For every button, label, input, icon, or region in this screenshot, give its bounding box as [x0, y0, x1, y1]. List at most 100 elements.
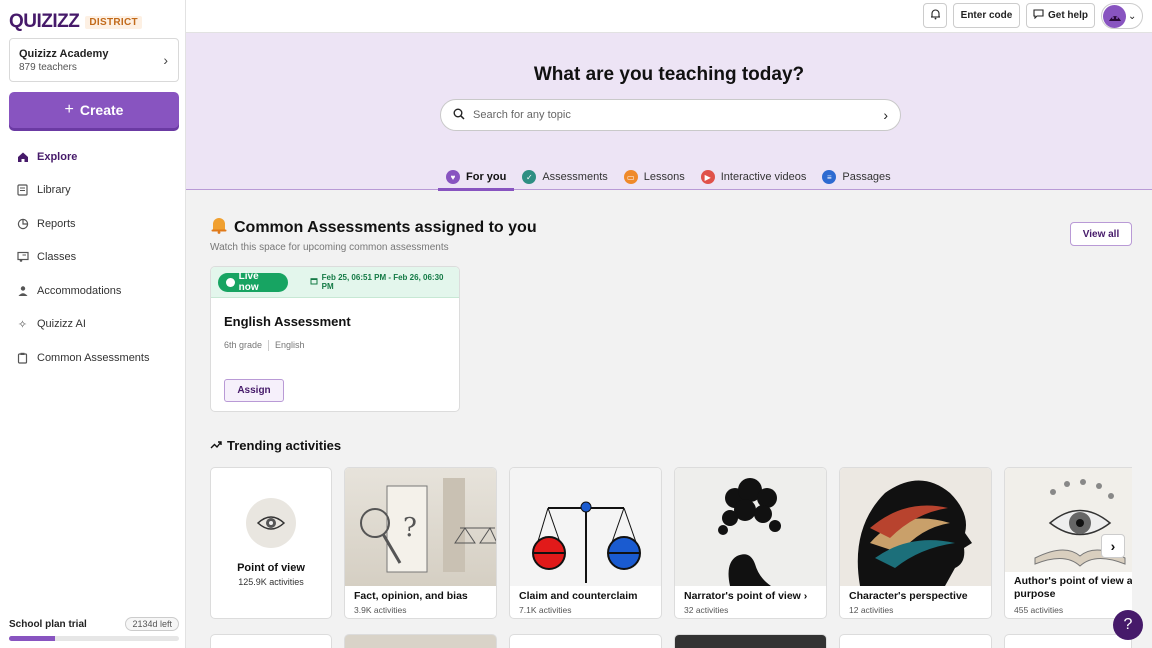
common-assessments-heading: Common Assessments assigned to you	[210, 216, 537, 239]
topic-illustration	[840, 468, 991, 586]
divider	[268, 340, 270, 351]
search-icon	[453, 108, 467, 123]
section-subtitle: Watch this space for upcoming common ass…	[210, 242, 449, 253]
tab-lessons[interactable]: ▭ Lessons	[616, 164, 693, 190]
topic-card[interactable]: Character's perspective 12 activities	[839, 467, 992, 619]
topic-card[interactable]: Claim and counterclaim 7.1K activities	[509, 467, 662, 619]
get-help-label: Get help	[1047, 10, 1088, 21]
view-all-button[interactable]: View all	[1070, 222, 1132, 246]
sidebar-item-quizizz-ai[interactable]: ✧ Quizizz AI	[0, 308, 185, 342]
search-input[interactable]: Search for any topic ›	[440, 99, 901, 131]
org-switcher[interactable]: Quizizz Academy 879 teachers ›	[9, 38, 179, 82]
trial-label: School plan trial	[9, 618, 87, 630]
topic-card-preview[interactable]	[210, 634, 332, 648]
topic-card[interactable]: ? Fact, opinion, and bias 3.9K activitie…	[344, 467, 497, 619]
notifications-button[interactable]	[923, 3, 947, 28]
assessment-icon: ✓	[522, 170, 537, 184]
tab-assessments[interactable]: ✓ Assessments	[514, 164, 615, 190]
assessment-subject: English	[275, 340, 305, 350]
create-button[interactable]: + Create	[9, 92, 179, 128]
topic-card[interactable]: Narrator's point of view › 32 activities	[674, 467, 827, 619]
chevron-right-icon: ›	[803, 590, 808, 602]
reports-icon	[16, 217, 29, 230]
sidebar-nav: Explore Library Reports Classes Accommod…	[0, 140, 185, 375]
topic-count: 3.9K activities	[354, 605, 407, 615]
sidebar-item-reports[interactable]: Reports	[0, 207, 185, 241]
classes-icon	[16, 251, 29, 264]
sidebar: QUIZIZZ DISTRICT Quizizz Academy 879 tea…	[0, 0, 186, 648]
topic-title: Character's perspective	[849, 590, 968, 602]
logo[interactable]: QUIZIZZ DISTRICT	[9, 11, 142, 33]
tab-for-you[interactable]: ♥ For you	[438, 164, 515, 191]
topic-title: Author's point of view and purpose	[1014, 575, 1132, 600]
eye-icon	[246, 498, 296, 548]
chevron-down-icon: ⌄	[1128, 10, 1137, 22]
tab-interactive-videos[interactable]: ▶ Interactive videos	[693, 164, 815, 190]
carousel-next-button[interactable]: ›	[1101, 534, 1125, 558]
bell-icon	[930, 8, 941, 23]
heart-icon: ♥	[446, 170, 460, 184]
search-placeholder: Search for any topic	[473, 109, 571, 121]
status-label: Live now	[238, 271, 259, 293]
topic-card-preview[interactable]	[839, 634, 992, 648]
sidebar-item-classes[interactable]: Classes	[0, 241, 185, 275]
topic-count: 32 activities	[684, 605, 729, 615]
tab-label: Assessments	[542, 171, 608, 183]
help-button[interactable]: ?	[1113, 610, 1143, 640]
calendar-icon	[310, 277, 318, 287]
topic-count: 7.1K activities	[519, 605, 572, 615]
plus-icon: +	[64, 101, 74, 118]
topic-title-text: Narrator's point of view	[684, 590, 801, 602]
assessment-card[interactable]: Live now Feb 25, 06:51 PM - Feb 26, 06:3…	[210, 266, 460, 412]
assign-button[interactable]: Assign	[224, 379, 284, 402]
live-dot-icon	[226, 277, 235, 287]
tab-passages[interactable]: ≡ Passages	[814, 164, 898, 190]
topic-card-preview[interactable]	[344, 634, 497, 648]
topic-card-preview[interactable]	[674, 634, 827, 648]
sidebar-item-library[interactable]: Library	[0, 174, 185, 208]
chevron-right-icon: ›	[163, 52, 168, 68]
library-icon	[16, 184, 29, 197]
topic-card-preview[interactable]	[509, 634, 662, 648]
section-title: Common Assessments assigned to you	[234, 218, 537, 236]
trending-heading: Trending activities	[210, 438, 341, 453]
bell-icon	[210, 216, 228, 239]
tab-label: Passages	[842, 171, 891, 183]
search-submit-icon[interactable]: ›	[883, 107, 888, 123]
passage-icon: ≡	[822, 170, 837, 184]
assessment-title: English Assessment	[224, 314, 351, 329]
enter-code-label: Enter code	[960, 10, 1013, 21]
assessment-grade: 6th grade	[224, 340, 263, 350]
get-help-button[interactable]: Get help	[1026, 3, 1095, 28]
home-icon	[16, 150, 29, 163]
sidebar-item-label: Quizizz AI	[37, 318, 86, 331]
svg-text:?: ?	[403, 513, 417, 543]
topic-card[interactable]: Point of view 125.9K activities	[210, 467, 332, 619]
trial-progress-bar	[9, 636, 179, 641]
org-name: Quizizz Academy	[19, 48, 109, 60]
tab-label: Interactive videos	[720, 171, 807, 183]
trial-progress-fill	[9, 636, 55, 641]
sidebar-item-label: Library	[37, 184, 71, 197]
topic-illustration	[510, 468, 661, 586]
sidebar-item-common-assessments[interactable]: Common Assessments	[0, 341, 185, 375]
sidebar-item-label: Explore	[37, 150, 78, 163]
topic-title: Narrator's point of view ›	[684, 590, 820, 603]
top-bar: Enter code Get help ⌄	[186, 0, 1152, 33]
trial-days-badge: 2134d left	[125, 617, 179, 631]
create-label: Create	[79, 102, 124, 118]
topic-title: Claim and counterclaim	[519, 590, 638, 602]
topic-count: 125.9K activities	[238, 577, 304, 587]
brand-name: QUIZIZZ	[9, 11, 80, 32]
enter-code-button[interactable]: Enter code	[953, 3, 1020, 28]
trending-up-icon	[210, 438, 222, 453]
sidebar-item-accommodations[interactable]: Accommodations	[0, 274, 185, 308]
sidebar-item-label: Reports	[37, 217, 76, 230]
topic-card-preview[interactable]	[1004, 634, 1132, 648]
assessment-card-header: Live now Feb 25, 06:51 PM - Feb 26, 06:3…	[211, 267, 459, 298]
profile-menu[interactable]: ⌄	[1101, 3, 1143, 29]
topic-title: Point of view	[237, 562, 305, 574]
sidebar-item-explore[interactable]: Explore	[0, 140, 185, 174]
page-title: What are you teaching today?	[533, 64, 805, 85]
topic-count: 455 activities	[1014, 605, 1064, 615]
